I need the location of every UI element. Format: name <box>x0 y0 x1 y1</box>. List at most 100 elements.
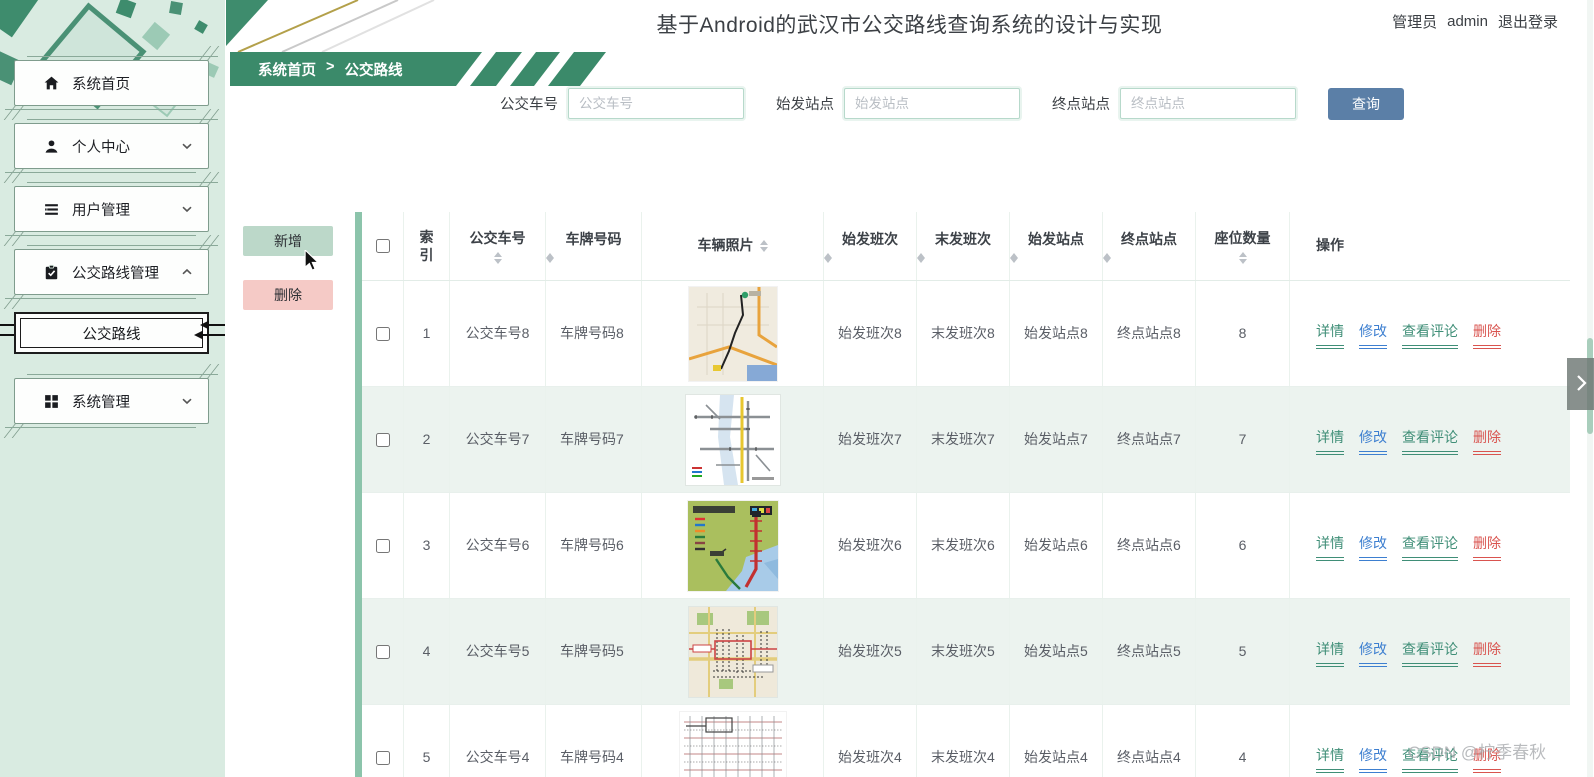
chevron-down-icon <box>180 394 194 408</box>
add-button[interactable]: 新增 <box>243 226 333 256</box>
delete-link[interactable]: 删除 <box>1473 745 1501 773</box>
end-station: 终点站点5 <box>1117 642 1181 659</box>
detail-link[interactable]: 详情 <box>1316 745 1344 773</box>
user-icon <box>43 138 60 155</box>
sidebar-item-label: 个人中心 <box>72 139 130 156</box>
sidebar-subitem-bus-route[interactable]: 公交路线 <box>0 312 225 354</box>
seats: 7 <box>1238 430 1247 447</box>
last-shift: 末发班次4 <box>931 748 995 765</box>
end-station-label: 终点站点 <box>1052 97 1110 113</box>
view-comments-link[interactable]: 查看评论 <box>1402 427 1458 455</box>
logout-link[interactable]: 退出登录 <box>1498 11 1558 32</box>
sort-icon[interactable] <box>493 252 502 265</box>
row-checkbox[interactable] <box>376 538 390 553</box>
col-label: 公交车号 <box>469 229 526 246</box>
col-plate[interactable]: 车牌号码 <box>546 212 642 280</box>
delete-link[interactable]: 删除 <box>1473 639 1501 667</box>
sort-icon[interactable] <box>1238 252 1247 265</box>
end-station: 终点站点6 <box>1117 536 1181 553</box>
row-checkbox[interactable] <box>376 432 390 447</box>
bus-photo-bus-network-diagram[interactable] <box>679 711 786 777</box>
sidebar-item-system-mgmt[interactable]: 系统管理 <box>3 364 220 438</box>
row-checkbox[interactable] <box>376 644 390 659</box>
page-title: 基于Android的武汉市公交路线查询系统的设计与实现 <box>656 14 1163 37</box>
start-station-input[interactable] <box>844 88 1020 119</box>
row-index: 2 <box>422 430 431 447</box>
sidebar-subitem-label: 公交路线 <box>82 326 141 343</box>
sidebar-item-home[interactable]: 系统首页 <box>3 46 220 120</box>
grid-icon <box>43 393 60 410</box>
table-header-row: 索引 公交车号 车牌号码 车辆照片 始发班次 末发班次 始发站点 终点站点 座位… <box>362 212 1570 281</box>
row-index: 1 <box>422 324 431 341</box>
corner-slash <box>3 104 26 120</box>
col-label: 索引 <box>419 228 434 263</box>
plate: 车牌号码7 <box>560 430 624 447</box>
delete-link[interactable]: 删除 <box>1473 321 1501 349</box>
start-station: 始发站点4 <box>1024 748 1088 765</box>
col-photo[interactable]: 车辆照片 <box>642 212 824 280</box>
col-last-shift[interactable]: 末发班次 <box>917 212 1010 280</box>
sidebar-item-profile[interactable]: 个人中心 <box>3 109 220 183</box>
expand-panel-button[interactable] <box>1567 358 1594 410</box>
edit-link[interactable]: 修改 <box>1359 321 1387 349</box>
detail-link[interactable]: 详情 <box>1316 533 1344 561</box>
first-shift: 始发班次5 <box>838 642 902 659</box>
sidebar-item-bus-route-mgmt[interactable]: 公交路线管理 <box>3 235 220 309</box>
bus-no: 公交车号4 <box>465 748 530 765</box>
first-shift: 始发班次6 <box>838 536 902 553</box>
bus-no: 公交车号6 <box>465 536 530 553</box>
sort-icon[interactable] <box>1089 253 1209 264</box>
list-icon <box>43 201 60 218</box>
corner-slash <box>3 293 26 309</box>
col-end-station[interactable]: 终点站点 <box>1103 212 1196 280</box>
col-label: 操作 <box>1316 237 1344 254</box>
sidebar-item-users[interactable]: 用户管理 <box>3 172 220 246</box>
detail-link[interactable]: 详情 <box>1316 427 1344 455</box>
breadcrumb-home[interactable]: 系统首页 <box>258 59 316 80</box>
last-shift: 末发班次7 <box>931 430 995 447</box>
username: admin <box>1447 13 1488 30</box>
col-first-shift[interactable]: 始发班次 <box>824 212 917 280</box>
row-checkbox[interactable] <box>376 750 390 765</box>
view-comments-link[interactable]: 查看评论 <box>1402 745 1458 773</box>
col-seats[interactable]: 座位数量 <box>1196 212 1290 280</box>
topbar: 基于Android的武汉市公交路线查询系统的设计与实现 管理员 admin 退出… <box>225 0 1594 46</box>
sidebar: 系统首页 个人中心 用户管理 公交路线管理 公交路线 系统管理 <box>0 0 225 777</box>
sidebar-menu: 系统首页 个人中心 用户管理 公交路线管理 公交路线 系统管理 <box>0 46 225 441</box>
detail-link[interactable]: 详情 <box>1316 639 1344 667</box>
edit-link[interactable]: 修改 <box>1359 745 1387 773</box>
col-bus-no[interactable]: 公交车号 <box>450 212 546 280</box>
edit-link[interactable]: 修改 <box>1359 427 1387 455</box>
row-checkbox[interactable] <box>376 326 390 341</box>
screen: 系统首页 个人中心 用户管理 公交路线管理 公交路线 系统管理 基于Androi… <box>0 0 1594 777</box>
bus-photo-city-street-map[interactable] <box>688 606 777 697</box>
query-button[interactable]: 查询 <box>1328 87 1404 120</box>
col-ops: 操作 <box>1290 212 1570 280</box>
first-shift: 始发班次8 <box>838 324 902 341</box>
breadcrumb-separator: > <box>326 59 335 75</box>
edit-link[interactable]: 修改 <box>1359 533 1387 561</box>
edit-link[interactable]: 修改 <box>1359 639 1387 667</box>
end-station-input[interactable] <box>1120 88 1296 119</box>
delete-link[interactable]: 删除 <box>1473 533 1501 561</box>
view-comments-link[interactable]: 查看评论 <box>1402 321 1458 349</box>
bus-number-input[interactable] <box>568 88 744 119</box>
corner-slash <box>3 230 26 246</box>
select-all-checkbox[interactable] <box>376 239 390 253</box>
view-comments-link[interactable]: 查看评论 <box>1402 533 1458 561</box>
sort-icon[interactable] <box>532 253 655 264</box>
select-all-cell <box>362 212 404 280</box>
sidebar-item-label: 系统管理 <box>72 394 130 411</box>
delete-button[interactable]: 删除 <box>243 280 333 310</box>
bus-photo-brt-network-map[interactable] <box>687 500 778 591</box>
delete-link[interactable]: 删除 <box>1473 427 1501 455</box>
sort-icon[interactable] <box>759 240 768 252</box>
view-comments-link[interactable]: 查看评论 <box>1402 639 1458 667</box>
detail-link[interactable]: 详情 <box>1316 321 1344 349</box>
last-shift: 末发班次8 <box>931 324 995 341</box>
arrow-decor-icon <box>191 316 225 346</box>
col-start-station[interactable]: 始发站点 <box>1010 212 1103 280</box>
start-station-label: 始发站点 <box>776 97 834 113</box>
bus-photo-metro-line-map[interactable] <box>685 394 780 485</box>
bus-photo-street-route-map[interactable] <box>688 286 777 381</box>
